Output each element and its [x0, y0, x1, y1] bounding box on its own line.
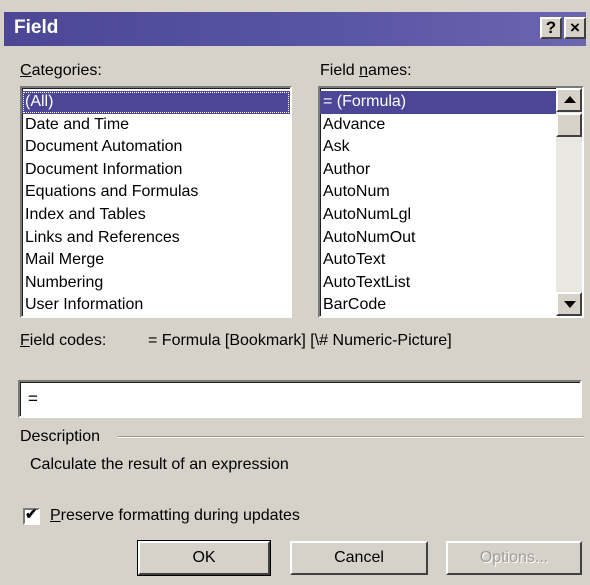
- field-dialog: Field ? × Categories: (All) Date and Tim…: [0, 0, 590, 585]
- category-item[interactable]: Document Automation: [22, 136, 290, 159]
- field-codes-syntax: = Formula [Bookmark] [\# Numeric-Picture…: [148, 332, 452, 349]
- field-name-item[interactable]: Ask: [320, 136, 556, 159]
- category-item[interactable]: Index and Tables: [22, 204, 290, 227]
- field-name-item[interactable]: AutoText: [320, 249, 556, 272]
- field-code-input[interactable]: =: [18, 380, 582, 418]
- category-item[interactable]: Links and References: [22, 227, 290, 250]
- category-item[interactable]: Equations and Formulas: [22, 181, 290, 204]
- scroll-up-button[interactable]: [556, 88, 582, 112]
- field-name-item[interactable]: AutoNumOut: [320, 227, 556, 250]
- window-title: Field: [14, 17, 59, 38]
- category-item[interactable]: Numbering: [22, 272, 290, 295]
- categories-list[interactable]: (All) Date and Time Document Automation …: [20, 86, 292, 318]
- field-names-scrollbar[interactable]: [556, 88, 582, 316]
- preserve-formatting-checkbox[interactable]: ✔: [23, 506, 40, 525]
- field-codes-label: Field codes:: [20, 332, 106, 350]
- category-item[interactable]: Document Information: [22, 159, 290, 182]
- help-button[interactable]: ?: [540, 17, 562, 39]
- scroll-down-button[interactable]: [556, 292, 582, 316]
- categories-label: Categories:: [20, 62, 102, 80]
- category-item[interactable]: Mail Merge: [22, 249, 290, 272]
- field-name-item[interactable]: BarCode: [320, 294, 556, 316]
- field-names-list[interactable]: = (Formula) Advance Ask Author AutoNum A…: [318, 86, 584, 318]
- description-label: Description: [20, 428, 101, 445]
- close-button[interactable]: ×: [564, 17, 586, 39]
- options-button[interactable]: Options...: [446, 541, 582, 575]
- category-item[interactable]: Date and Time: [22, 114, 290, 137]
- ok-button[interactable]: OK: [137, 540, 271, 576]
- field-name-item[interactable]: Author: [320, 159, 556, 182]
- description-text: Calculate the result of an expression: [30, 456, 289, 473]
- chevron-up-icon: [564, 96, 576, 103]
- chevron-down-icon: [564, 301, 576, 308]
- categories-label-key: C: [20, 62, 32, 79]
- preserve-formatting-label[interactable]: Preserve formatting during updates: [50, 507, 300, 525]
- category-item[interactable]: User Information: [22, 294, 290, 316]
- title-bar[interactable]: Field ? ×: [4, 12, 586, 46]
- preserve-formatting-label-text: reserve formatting during updates: [60, 507, 300, 524]
- field-name-item-formula[interactable]: = (Formula): [320, 91, 556, 114]
- field-names-label-key: n: [359, 62, 369, 79]
- field-name-item[interactable]: AutoNum: [320, 181, 556, 204]
- field-name-item[interactable]: AutoNumLgl: [320, 204, 556, 227]
- description-divider: [118, 436, 584, 438]
- field-name-item[interactable]: Advance: [320, 114, 556, 137]
- scroll-thumb[interactable]: [556, 113, 582, 137]
- field-names-label-start: Field: [320, 62, 360, 79]
- field-names-label: Field names:: [320, 62, 412, 80]
- preserve-formatting-label-key: P: [50, 507, 61, 524]
- category-item-all[interactable]: (All): [22, 91, 290, 114]
- checkmark-icon: ✔: [25, 506, 38, 523]
- categories-label-text: ategories:: [31, 62, 102, 79]
- field-codes-label-key: F: [20, 332, 30, 349]
- field-codes-label-text: ield codes:: [29, 332, 107, 349]
- field-name-item[interactable]: AutoTextList: [320, 272, 556, 295]
- field-names-label-end: ames:: [368, 62, 412, 79]
- cancel-button[interactable]: Cancel: [290, 541, 428, 575]
